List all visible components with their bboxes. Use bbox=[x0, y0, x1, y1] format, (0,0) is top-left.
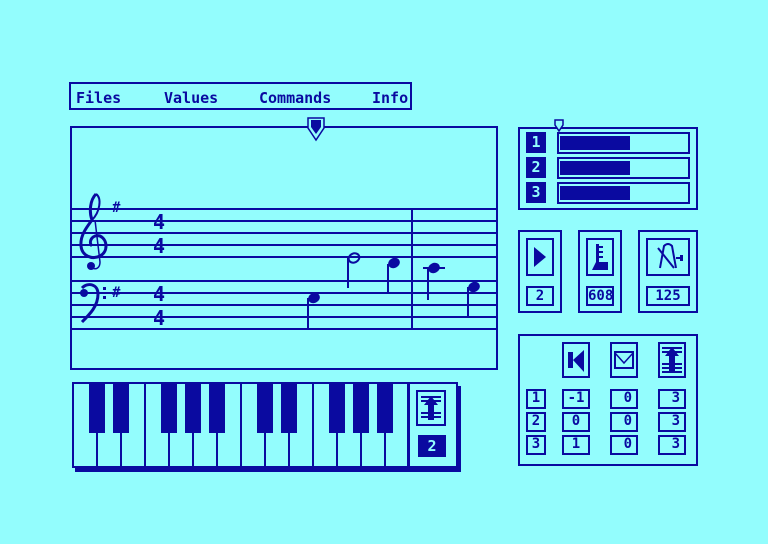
mixer-value-cell[interactable]: 1 bbox=[562, 435, 590, 455]
level-gauge-icon bbox=[592, 244, 608, 270]
measure-button[interactable] bbox=[586, 238, 614, 276]
metronome-icon bbox=[657, 243, 683, 269]
menu-bar: Files Values Commands Info bbox=[69, 82, 412, 110]
notes-layer bbox=[306, 252, 481, 328]
mixer-track-number: 3 bbox=[526, 435, 546, 455]
track-volume-fill bbox=[560, 161, 630, 175]
treble-clef-icon bbox=[79, 192, 108, 270]
treble-time-bottom: 4 bbox=[153, 234, 166, 258]
envelope-button[interactable] bbox=[610, 342, 638, 378]
piano-keyboard bbox=[74, 384, 410, 466]
mixer-track-number: 1 bbox=[526, 389, 546, 409]
black-key[interactable] bbox=[329, 384, 345, 433]
rewind-icon bbox=[568, 350, 584, 372]
track-volume-slider[interactable] bbox=[557, 182, 690, 204]
play-value[interactable]: 2 bbox=[526, 286, 554, 306]
mixer-value-cell[interactable]: -1 bbox=[562, 389, 590, 409]
envelope-icon bbox=[614, 351, 634, 369]
tempo-panel: 125 bbox=[638, 230, 698, 313]
track-number[interactable]: 3 bbox=[526, 182, 546, 203]
mixer-value-cell[interactable]: 3 bbox=[658, 412, 686, 432]
bass-time-bottom: 4 bbox=[153, 306, 166, 330]
black-key[interactable] bbox=[209, 384, 225, 433]
note-1[interactable] bbox=[306, 291, 321, 328]
menu-values[interactable]: Values bbox=[164, 89, 218, 107]
black-key[interactable] bbox=[89, 384, 105, 433]
play-button[interactable] bbox=[526, 238, 554, 276]
tempo-value[interactable]: 125 bbox=[646, 286, 690, 306]
bass-sharp: # bbox=[112, 285, 121, 301]
mixer-value-cell[interactable]: 0 bbox=[610, 412, 638, 432]
bass-time-top: 4 bbox=[153, 282, 166, 306]
mixer-track-number: 2 bbox=[526, 412, 546, 432]
black-key[interactable] bbox=[185, 384, 201, 433]
mixer-value-cell[interactable]: 0 bbox=[610, 435, 638, 455]
bass-clef-icon bbox=[80, 283, 106, 324]
measure-panel: 608 bbox=[578, 230, 622, 313]
treble-sharp: # bbox=[112, 200, 121, 216]
note-2[interactable] bbox=[347, 252, 361, 288]
tempo-button[interactable] bbox=[646, 238, 690, 276]
octave-value: 2 bbox=[418, 435, 446, 457]
track-position-marker[interactable] bbox=[553, 119, 565, 133]
mixer-value-cell[interactable]: 3 bbox=[658, 389, 686, 409]
track-number[interactable]: 2 bbox=[526, 157, 546, 178]
transpose-button[interactable] bbox=[658, 342, 686, 378]
black-key[interactable] bbox=[281, 384, 297, 433]
keyboard-divider bbox=[407, 384, 409, 466]
transpose-icon bbox=[662, 347, 682, 373]
playhead-marker[interactable] bbox=[306, 116, 326, 142]
note-3[interactable] bbox=[386, 256, 401, 292]
track-volume-slider[interactable] bbox=[557, 132, 690, 154]
track-volume-fill bbox=[560, 136, 630, 150]
play-panel: 2 bbox=[518, 230, 562, 313]
note-5[interactable] bbox=[466, 280, 481, 317]
mixer-value-cell[interactable]: 0 bbox=[562, 412, 590, 432]
mixer-value-cell[interactable]: 3 bbox=[658, 435, 686, 455]
transpose-up-icon bbox=[421, 395, 441, 421]
menu-info[interactable]: Info bbox=[372, 89, 408, 107]
mixer-value-cell[interactable]: 0 bbox=[610, 389, 638, 409]
note-4[interactable] bbox=[423, 261, 445, 300]
black-key[interactable] bbox=[113, 384, 129, 433]
treble-time-top: 4 bbox=[153, 210, 166, 234]
black-key[interactable] bbox=[161, 384, 177, 433]
octave-shift-button[interactable] bbox=[416, 390, 446, 426]
menu-files[interactable]: Files bbox=[76, 89, 121, 107]
play-icon bbox=[534, 247, 546, 267]
track-number[interactable]: 1 bbox=[526, 132, 546, 153]
black-key[interactable] bbox=[377, 384, 393, 433]
track-volume-slider[interactable] bbox=[557, 157, 690, 179]
black-key[interactable] bbox=[257, 384, 273, 433]
menu-commands[interactable]: Commands bbox=[259, 89, 331, 107]
measure-value[interactable]: 608 bbox=[586, 286, 614, 306]
rewind-button[interactable] bbox=[562, 342, 590, 378]
track-volume-fill bbox=[560, 186, 630, 200]
black-key[interactable] bbox=[353, 384, 369, 433]
